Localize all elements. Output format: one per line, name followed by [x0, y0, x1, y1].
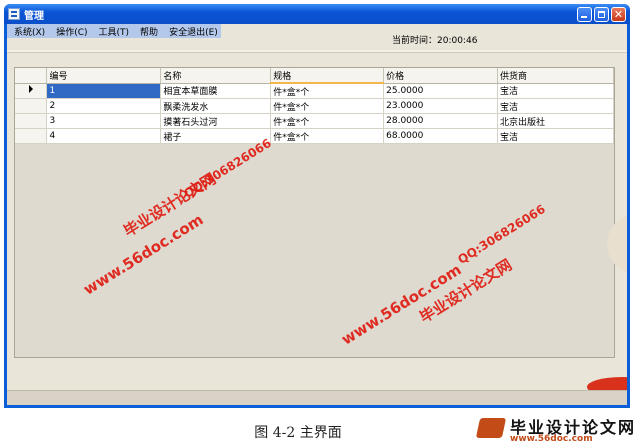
status-bar: [7, 390, 627, 405]
brand-logo: 毕业设计论文网 www.56doc.com: [475, 412, 636, 448]
minimize-button[interactable]: [577, 6, 592, 22]
maximize-button[interactable]: [594, 6, 609, 22]
cell-spec[interactable]: 件*盒*个: [270, 128, 385, 144]
column-header-price[interactable]: 价格: [383, 68, 499, 84]
current-row-arrow-icon: [28, 85, 33, 94]
cell-spec[interactable]: 件*盒*个: [270, 98, 385, 114]
cell-id[interactable]: 2: [46, 98, 162, 114]
column-header-name[interactable]: 名称: [160, 68, 272, 84]
product-table: 编号 名称 规格 价格 供货商 1 相宜本草面膜 件*盒*个 25.0000 宝…: [15, 68, 614, 144]
cell-id[interactable]: 3: [46, 113, 162, 129]
cell-name[interactable]: 相宜本草面膜: [160, 83, 272, 99]
table-row[interactable]: 1 相宜本草面膜 件*盒*个 25.0000 宝洁: [15, 83, 614, 99]
app-icon: [8, 8, 20, 20]
cell-spec[interactable]: 件*盒*个: [270, 113, 385, 129]
table-row[interactable]: 3 摸著石头过河 件*盒*个 28.0000 北京出版社: [15, 113, 614, 129]
close-icon: ✕: [613, 7, 624, 21]
menu-operation[interactable]: 操作(C): [49, 25, 91, 38]
cell-name[interactable]: 摸著石头过河: [160, 113, 272, 129]
cell-spec[interactable]: 件*盒*个: [270, 83, 385, 99]
client-area: 系统(X) 操作(C) 工具(T) 帮助 安全退出(E) 当前时间：20:00:…: [7, 24, 627, 405]
cell-price[interactable]: 28.0000: [383, 113, 499, 129]
row-selector[interactable]: [15, 128, 48, 144]
book-icon: [475, 418, 507, 438]
column-header-supplier[interactable]: 供货商: [497, 68, 614, 84]
table-row[interactable]: 2 飘柔洗发水 件*盒*个 23.0000 宝洁: [15, 98, 614, 114]
figure-caption-text: 图 4-2 主界面: [254, 425, 342, 441]
table-header-row: 编号 名称 规格 价格 供货商: [15, 68, 614, 84]
row-selector[interactable]: [15, 98, 48, 114]
maximize-icon: [598, 10, 605, 18]
title-bar[interactable]: 管理 ✕: [4, 4, 630, 24]
menu-system[interactable]: 系统(X): [7, 25, 49, 38]
current-time-label: 当前时间：20:00:46: [392, 36, 478, 46]
row-header-corner: [15, 68, 48, 84]
brand-url: www.56doc.com: [510, 434, 593, 444]
table-row[interactable]: 4 裙子 件*盒*个 68.0000 宝洁: [15, 128, 614, 144]
minimize-icon: [581, 15, 587, 18]
menu-help[interactable]: 帮助: [133, 25, 162, 38]
column-header-id[interactable]: 编号: [46, 68, 162, 84]
cell-supplier[interactable]: 北京出版社: [497, 113, 614, 129]
cell-id[interactable]: 4: [46, 128, 162, 144]
cell-id[interactable]: 1: [46, 83, 162, 99]
row-selector[interactable]: [15, 83, 48, 99]
cell-price[interactable]: 25.0000: [383, 83, 499, 99]
menu-bar: 系统(X) 操作(C) 工具(T) 帮助 安全退出(E): [7, 24, 221, 38]
column-header-spec[interactable]: 规格: [270, 68, 385, 84]
cell-supplier[interactable]: 宝洁: [497, 128, 614, 144]
cell-price[interactable]: 68.0000: [383, 128, 499, 144]
row-selector[interactable]: [15, 113, 48, 129]
cell-supplier[interactable]: 宝洁: [497, 98, 614, 114]
cell-name[interactable]: 裙子: [160, 128, 272, 144]
close-button[interactable]: ✕: [611, 6, 626, 22]
window-title: 管理: [24, 10, 44, 22]
cell-price[interactable]: 23.0000: [383, 98, 499, 114]
cell-name[interactable]: 飘柔洗发水: [160, 98, 272, 114]
cell-supplier[interactable]: 宝洁: [497, 83, 614, 99]
menu-tools[interactable]: 工具(T): [92, 25, 134, 38]
main-window: 管理 ✕ 系统(X) 操作(C) 工具(T) 帮助 安全退出(E) 当前时间：2…: [4, 4, 630, 408]
toolbar-divider: [7, 50, 627, 53]
menu-safe-exit[interactable]: 安全退出(E): [162, 25, 222, 38]
